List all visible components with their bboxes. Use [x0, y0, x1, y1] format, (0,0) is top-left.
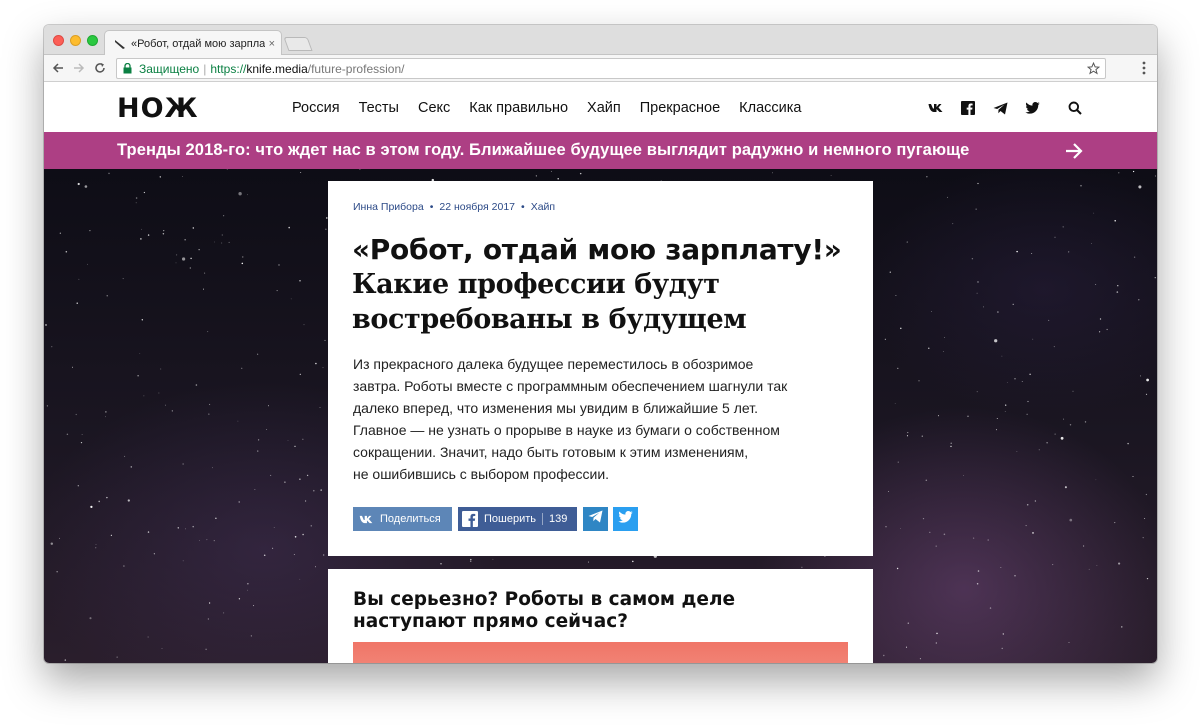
article-header-card: Инна Прибора • 22 ноября 2017 • Хайп «Робот,…	[328, 181, 873, 556]
lead-line: завтра. Роботы вместе с программным обес…	[353, 378, 788, 394]
facebook-icon[interactable]	[959, 99, 977, 117]
browser-window: «Робот, отдай мою зарплату!» Какие профе…	[44, 25, 1157, 663]
tab-title: «Робот, отдай мою зарплату!» Какие профе…	[131, 37, 265, 50]
browser-tab[interactable]: «Робот, отдай мою зарплату!» Какие профе…	[104, 30, 282, 56]
promo-banner[interactable]: Тренды 2018-го: что ждет нас в этом году…	[44, 132, 1157, 169]
article-lead: Из прекрасного далека будущее переместил…	[353, 353, 853, 485]
url-separator: |	[203, 61, 207, 76]
site-logo[interactable]: НОЖ	[117, 93, 199, 124]
telegram-icon[interactable]	[991, 99, 1009, 117]
share-buttons: Поделиться Пошерить 139	[353, 507, 643, 531]
nav-item-hype[interactable]: Хайп	[587, 100, 621, 116]
lead-line: Из прекрасного далека будущее переместил…	[353, 356, 754, 372]
back-arrow-icon[interactable]	[49, 59, 67, 77]
nav-item-sex[interactable]: Секс	[418, 100, 450, 116]
browser-menu-icon[interactable]	[1139, 60, 1149, 76]
url-path: /future-profession/	[307, 61, 405, 76]
nav-item-how-to[interactable]: Как правильно	[469, 100, 568, 116]
new-tab-button[interactable]	[283, 37, 313, 51]
facebook-share-label: Пошерить	[484, 513, 536, 525]
vk-icon	[359, 515, 374, 524]
nav-item-russia[interactable]: Россия	[292, 100, 340, 116]
lead-line: не ошибившись с выбором профессии.	[353, 466, 610, 482]
twitter-icon[interactable]	[1023, 99, 1041, 117]
section-illustration	[353, 642, 848, 663]
lead-line: сокращении. Значит, надо быть готовым к …	[353, 444, 749, 460]
promo-text[interactable]: Тренды 2018-го: что ждет нас в этом году…	[117, 141, 969, 160]
minimize-window-button[interactable]	[70, 35, 81, 46]
bookmark-star-icon[interactable]	[1085, 60, 1101, 76]
social-links	[927, 99, 1055, 117]
article-section-card: Вы серьезно? Роботы в самом деле наступа…	[328, 569, 873, 663]
tab-strip: «Робот, отдай мою зарплату!» Какие профе…	[44, 25, 1157, 56]
meta-separator: •	[521, 201, 525, 213]
nav-item-tests[interactable]: Тесты	[359, 100, 399, 116]
url-host: knife.media	[246, 61, 308, 76]
facebook-icon	[462, 511, 478, 527]
lead-line: Главное — не узнать о прорыве в науке из…	[353, 422, 780, 438]
facebook-share-count: 139	[542, 513, 567, 525]
knife-favicon-icon	[113, 37, 127, 51]
main-nav: Россия Тесты Секс Как правильно Хайп Пре…	[292, 83, 820, 132]
url-scheme: https://	[210, 61, 247, 76]
browser-toolbar: Защищено | https:// knife.media /future-…	[44, 55, 1157, 82]
meta-separator: •	[429, 201, 434, 213]
nav-item-beautiful[interactable]: Прекрасное	[640, 100, 720, 116]
article-date: 22 ноября 2017	[439, 201, 515, 213]
reload-icon[interactable]	[91, 59, 109, 77]
article-title: «Робот, отдай мою зарплату!» Какие профе…	[352, 232, 852, 336]
telegram-icon	[588, 510, 603, 528]
nav-item-classics[interactable]: Классика	[739, 100, 801, 116]
lock-icon	[123, 63, 134, 75]
vk-share-button[interactable]: Поделиться	[353, 507, 452, 531]
twitter-icon	[618, 510, 633, 528]
article-author[interactable]: Инна Прибора	[353, 201, 424, 213]
facebook-share-button[interactable]: Пошерить 139	[458, 507, 577, 531]
vk-icon[interactable]	[927, 99, 945, 117]
secure-label: Защищено	[139, 61, 200, 76]
article-category[interactable]: Хайп	[531, 201, 555, 213]
article-meta: Инна Прибора • 22 ноября 2017 • Хайп	[353, 201, 555, 213]
article-title-rest: Какие профессии будут востребованы в буд…	[352, 269, 747, 335]
close-window-button[interactable]	[53, 35, 64, 46]
lead-line: далеко вперед, что изменения мы увидим в…	[353, 400, 758, 416]
address-bar[interactable]: Защищено | https:// knife.media /future-…	[116, 58, 1106, 79]
telegram-share-button[interactable]	[583, 507, 608, 531]
section-title: Вы серьезно? Роботы в самом деле наступа…	[353, 589, 736, 632]
arrow-right-icon[interactable]	[1064, 141, 1084, 161]
article-title-bold: «Робот, отдай мою зарплату!»	[352, 233, 842, 266]
vk-share-label: Поделиться	[380, 513, 441, 525]
twitter-share-button[interactable]	[613, 507, 638, 531]
maximize-window-button[interactable]	[87, 35, 98, 46]
tab-close-icon[interactable]: ×	[269, 38, 275, 50]
forward-arrow-icon[interactable]	[70, 59, 88, 77]
search-icon[interactable]	[1066, 99, 1084, 117]
web-page: НОЖ Россия Тесты Секс Как правильно Хайп…	[44, 83, 1157, 663]
site-header: НОЖ Россия Тесты Секс Как правильно Хайп…	[44, 83, 1157, 132]
